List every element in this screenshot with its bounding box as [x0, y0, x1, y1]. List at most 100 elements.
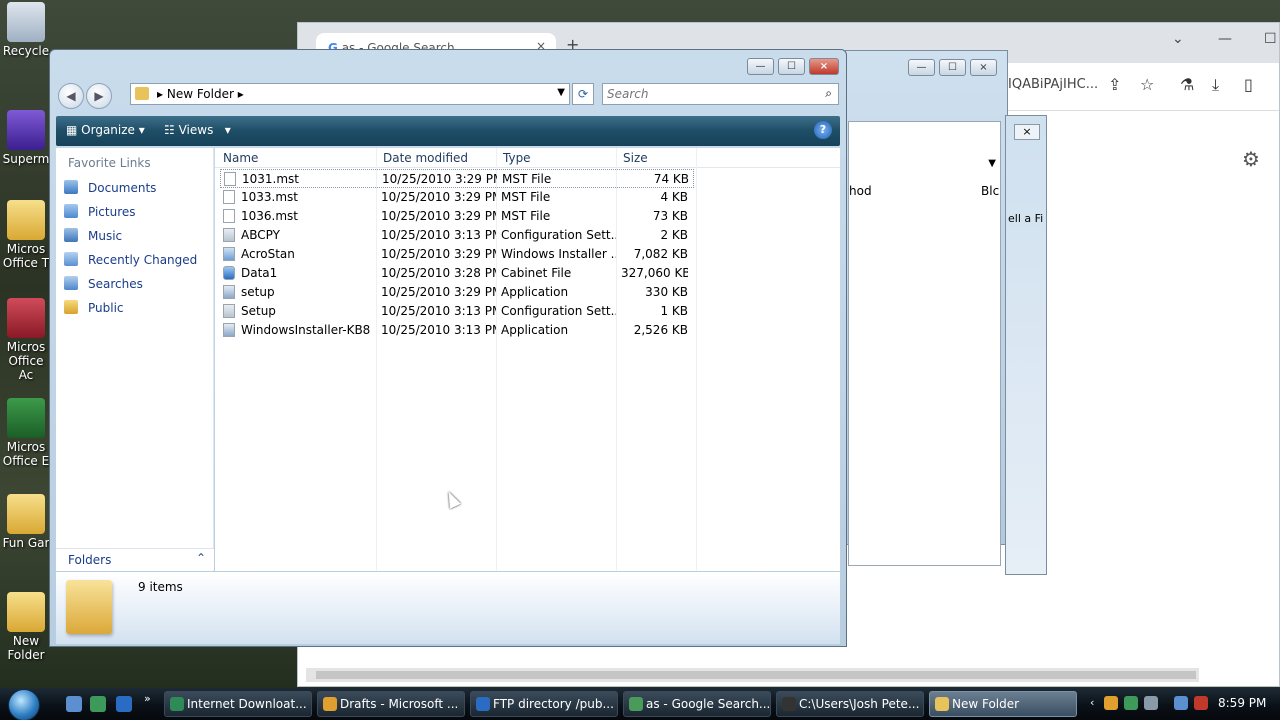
maximize-icon[interactable]: ☐: [1264, 31, 1277, 47]
chevron-down-icon[interactable]: ▼: [988, 158, 996, 169]
column-name[interactable]: Name: [223, 151, 258, 165]
search-box[interactable]: ⌕: [602, 83, 839, 105]
chevron-down-icon[interactable]: ⌄: [1172, 31, 1184, 47]
minimize-icon[interactable]: —: [1218, 31, 1232, 47]
file-row[interactable]: Data1 10/25/2010 3:28 PM Cabinet File 32…: [220, 264, 694, 283]
quick-launch-icon[interactable]: [66, 696, 82, 712]
close-icon[interactable]: ×: [970, 59, 997, 76]
column-size[interactable]: Size: [623, 151, 648, 165]
nav-item-documents[interactable]: Documents: [64, 180, 156, 200]
taskbar-app-icon: [782, 697, 796, 711]
nav-item-music[interactable]: Music: [64, 228, 122, 248]
explorer-window[interactable]: — ☐ × ◀ ▶ ▸ New Folder ▸ ▼ ⟳ ⌕ ▦ Organiz…: [49, 49, 847, 647]
file-row[interactable]: WindowsInstaller-KB89... 10/25/2010 3:13…: [220, 321, 694, 340]
nav-item-pictures[interactable]: Pictures: [64, 204, 136, 224]
close-icon[interactable]: ×: [1014, 124, 1040, 140]
quick-launch-icon[interactable]: [90, 696, 106, 712]
quick-launch-icon[interactable]: [116, 696, 132, 712]
volume-muted-icon[interactable]: [1194, 696, 1208, 710]
taskbar-button[interactable]: Internet Downloat...: [164, 691, 312, 717]
file-size: 4 KB: [660, 190, 688, 204]
file-row[interactable]: Setup 10/25/2010 3:13 PM Configuration S…: [220, 302, 694, 321]
views-button[interactable]: ☷ Views ▾: [164, 123, 231, 137]
tray-icon[interactable]: [1144, 696, 1158, 710]
refresh-button[interactable]: ⟳: [572, 83, 594, 105]
desktop-app-icon: [7, 398, 45, 438]
nav-item-searches[interactable]: Searches: [64, 276, 143, 296]
download-icon[interactable]: ⤓: [1212, 75, 1219, 95]
file-name: ABCPY: [241, 228, 280, 242]
file-row[interactable]: 1036.mst 10/25/2010 3:29 PM MST File 73 …: [220, 207, 694, 226]
desktop-icon[interactable]: Fun Gar: [0, 494, 52, 550]
desktop-icon-label: Fun Gar: [2, 536, 50, 550]
start-button[interactable]: [8, 689, 40, 720]
gear-icon[interactable]: ⚙: [1242, 147, 1260, 171]
file-name: setup: [241, 285, 275, 299]
background-dialog[interactable]: — ☐ × hod Blc ▼: [845, 50, 1008, 566]
file-row[interactable]: setup 10/25/2010 3:29 PM Application 330…: [220, 283, 694, 302]
tray-icon[interactable]: [1124, 696, 1138, 710]
file-name: AcroStan: [241, 247, 295, 261]
file-icon: [223, 209, 235, 223]
taskbar-button[interactable]: New Folder: [929, 691, 1077, 717]
file-size: 2 KB: [660, 228, 688, 242]
desktop-icon[interactable]: Micros Office T: [0, 200, 52, 270]
navigation-pane: Favorite Links Documents Pictures Music Rec…: [56, 148, 214, 571]
desktop-icon[interactable]: Micros Office Ac: [0, 298, 52, 382]
file-row[interactable]: ABCPY 10/25/2010 3:13 PM Configuration S…: [220, 226, 694, 245]
tray-expand-icon[interactable]: ‹: [1090, 696, 1094, 709]
back-button[interactable]: ◀: [58, 83, 84, 109]
share-icon[interactable]: ⇪: [1108, 75, 1121, 94]
file-row[interactable]: 1033.mst 10/25/2010 3:29 PM MST File 4 K…: [220, 188, 694, 207]
desktop-icon[interactable]: Superm: [0, 110, 52, 166]
quick-launch-overflow-icon[interactable]: »: [144, 692, 151, 705]
desktop-app-icon: [7, 592, 45, 632]
star-icon[interactable]: ☆: [1140, 75, 1154, 94]
address-segment[interactable]: ▸ New Folder ▸: [157, 87, 244, 101]
desktop-icon[interactable]: Recycle: [0, 2, 52, 58]
taskbar-button[interactable]: as - Google Search...: [623, 691, 771, 717]
file-name: 1031.mst: [242, 172, 299, 186]
desktop-icon-label: Micros Office E: [2, 440, 50, 468]
taskbar-app-icon: [170, 697, 184, 711]
chevron-down-icon[interactable]: ▼: [557, 87, 565, 98]
file-row[interactable]: AcroStan 10/25/2010 3:29 PM Windows Inst…: [220, 245, 694, 264]
documents-icon: [64, 180, 78, 194]
url-fragment[interactable]: IQABiPAjIHC...: [1008, 77, 1098, 92]
file-type: MST File: [502, 172, 552, 186]
close-button[interactable]: ×: [809, 58, 839, 75]
taskbar-button[interactable]: C:\Users\Josh Pete...: [776, 691, 924, 717]
file-list[interactable]: Name Date modified Type Size 1031.mst 10…: [215, 148, 840, 571]
address-bar[interactable]: ▸ New Folder ▸ ▼: [130, 83, 570, 105]
maximize-icon[interactable]: ☐: [939, 59, 966, 76]
column-type[interactable]: Type: [503, 151, 531, 165]
file-date: 10/25/2010 3:28 PM: [381, 266, 496, 280]
file-date: 10/25/2010 3:29 PM: [381, 285, 496, 299]
horizontal-scrollbar[interactable]: [306, 668, 1199, 682]
search-input[interactable]: [607, 85, 807, 103]
forward-button[interactable]: ▶: [86, 83, 112, 109]
chevron-up-icon[interactable]: ⌃: [196, 551, 206, 565]
help-button[interactable]: ?: [814, 121, 832, 139]
desktop-icon[interactable]: Micros Office E: [0, 398, 52, 468]
organize-button[interactable]: ▦ Organize ▾: [66, 123, 145, 137]
nav-item-recently-changed[interactable]: Recently Changed: [64, 252, 197, 272]
search-icon[interactable]: ⌕: [825, 86, 832, 101]
network-icon[interactable]: [1174, 696, 1188, 710]
clock[interactable]: 8:59 PM: [1218, 696, 1266, 710]
minimize-icon[interactable]: —: [908, 59, 935, 76]
tray-icon[interactable]: [1104, 696, 1118, 710]
file-row[interactable]: 1031.mst 10/25/2010 3:29 PM MST File 74 …: [220, 169, 694, 188]
column-date-modified[interactable]: Date modified: [383, 151, 468, 165]
nav-item-public[interactable]: Public: [64, 300, 124, 320]
maximize-button[interactable]: ☐: [778, 58, 805, 75]
file-size: 73 KB: [652, 209, 688, 223]
folders-toggle[interactable]: Folders ⌃: [56, 548, 214, 570]
background-dialog-2[interactable]: × ell a Fi: [1005, 115, 1047, 575]
minimize-button[interactable]: —: [747, 58, 774, 75]
taskbar-button[interactable]: Drafts - Microsoft ...: [317, 691, 465, 717]
sidebar-icon[interactable]: ▯: [1244, 75, 1253, 94]
taskbar-button[interactable]: FTP directory /pub...: [470, 691, 618, 717]
desktop-icon[interactable]: New Folder: [0, 592, 52, 662]
extension-icon[interactable]: ⚗: [1180, 75, 1194, 94]
